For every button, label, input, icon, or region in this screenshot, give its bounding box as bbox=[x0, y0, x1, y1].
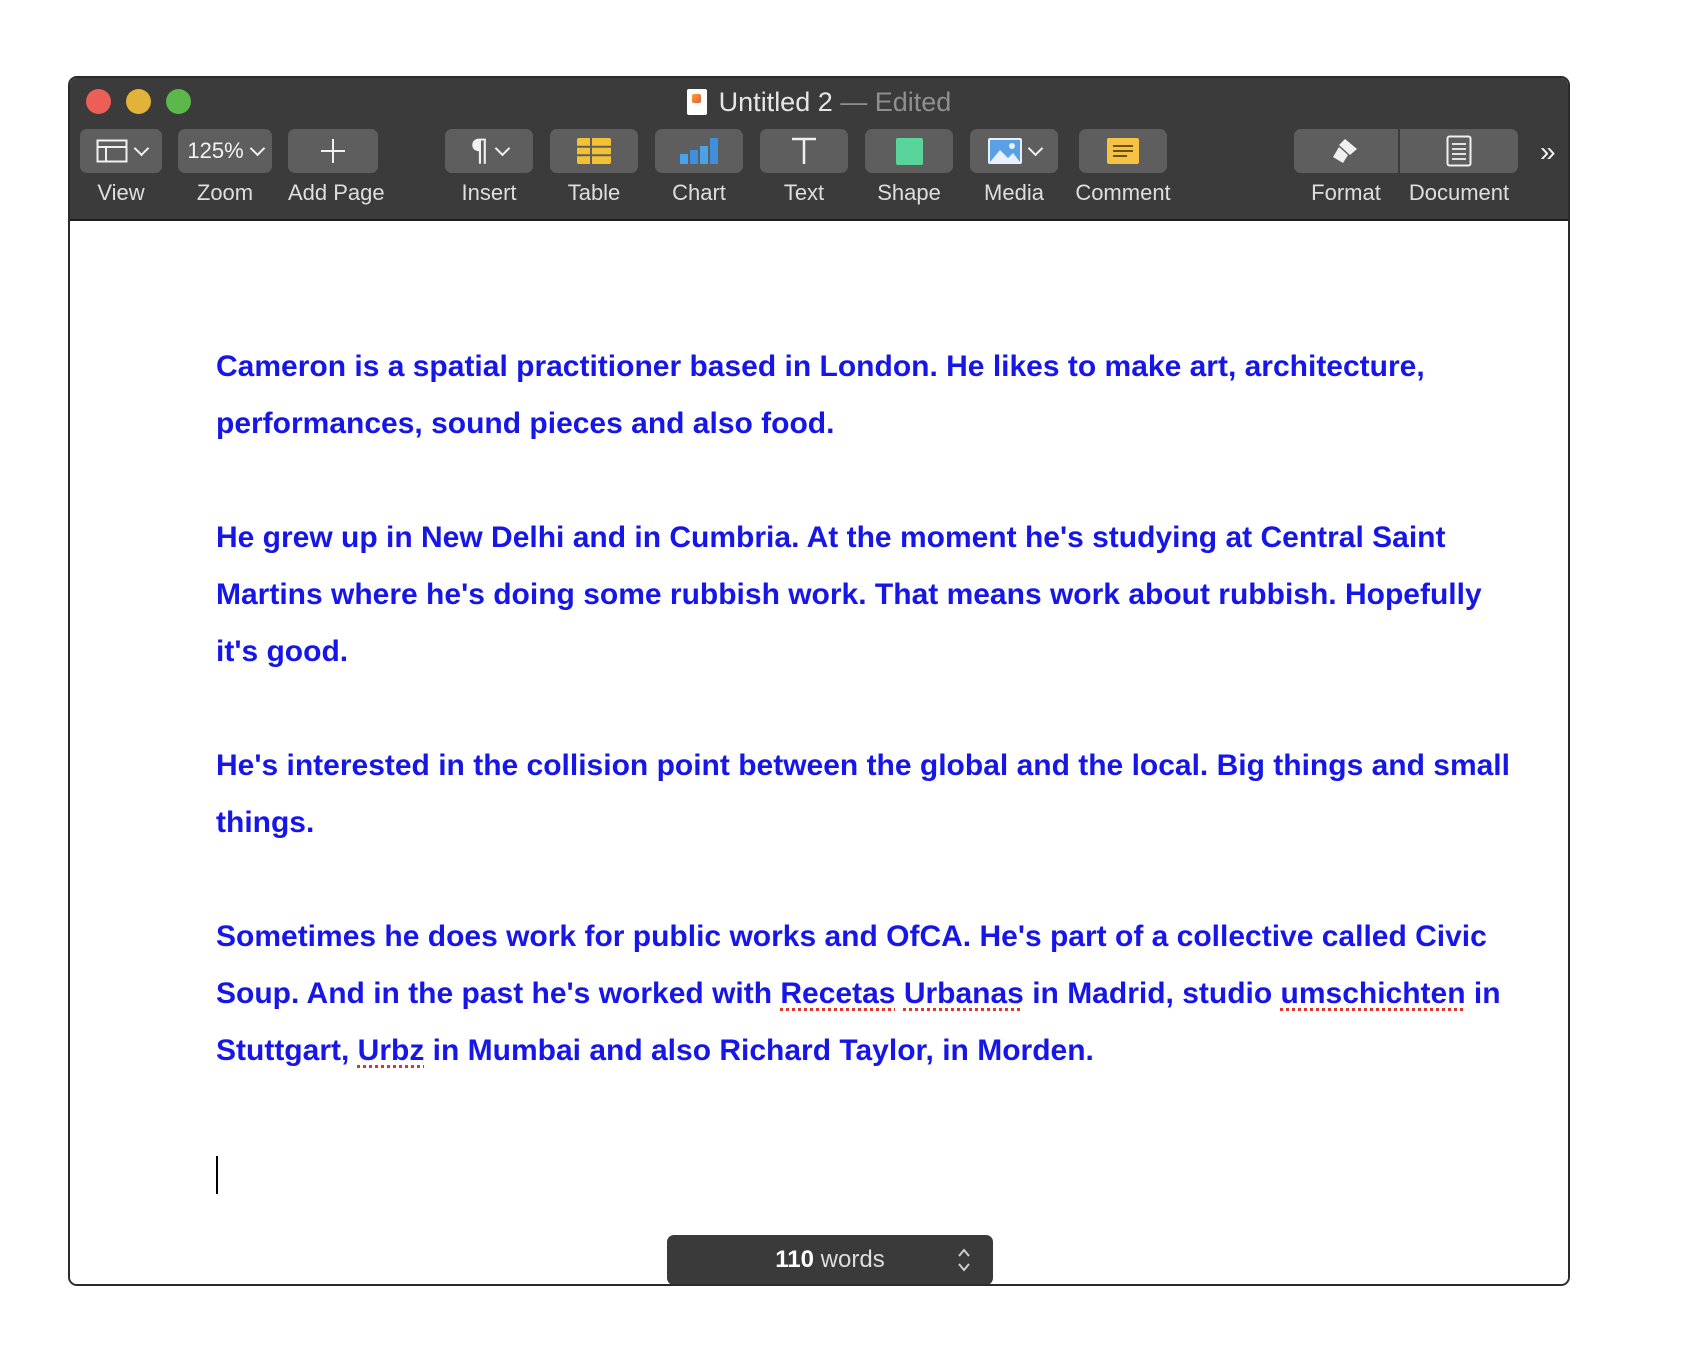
text-label: Text bbox=[783, 180, 825, 205]
document-page-icon bbox=[1446, 135, 1472, 167]
document-label: Document bbox=[1408, 180, 1510, 205]
word-count-value: 110 bbox=[775, 1246, 814, 1273]
media-label: Media bbox=[984, 180, 1044, 205]
text-box-icon bbox=[792, 137, 816, 164]
chevron-down-icon bbox=[133, 140, 149, 156]
document-body[interactable]: Cameron is a spatial practitioner based … bbox=[216, 338, 1516, 1136]
comment-note-icon bbox=[1107, 138, 1139, 164]
view-button[interactable] bbox=[80, 129, 162, 173]
text-tool[interactable]: Text bbox=[760, 129, 848, 206]
window-title-text: Untitled 2 bbox=[718, 87, 833, 117]
photo-icon bbox=[987, 138, 1022, 164]
table-button[interactable] bbox=[550, 129, 638, 173]
view-label: View bbox=[97, 180, 145, 205]
misspelled-word[interactable]: Urbanas bbox=[904, 977, 1024, 1010]
zoom-value: 125% bbox=[187, 138, 244, 163]
window-title: Untitled 2 — Edited bbox=[70, 84, 1568, 120]
document-canvas[interactable]: Cameron is a spatial practitioner based … bbox=[70, 221, 1568, 1284]
comment-button[interactable] bbox=[1079, 129, 1167, 173]
text-button[interactable] bbox=[760, 129, 848, 173]
misspelled-word[interactable]: Urbz bbox=[358, 1034, 425, 1067]
chart-tool[interactable]: Chart bbox=[655, 129, 743, 206]
shape-tool[interactable]: Shape bbox=[865, 129, 953, 206]
more-tools-icon[interactable]: » bbox=[1540, 136, 1556, 168]
media-button[interactable] bbox=[970, 129, 1058, 173]
document-icon bbox=[686, 89, 707, 115]
shape-square-icon bbox=[895, 137, 923, 165]
paragraph-4-text: in Mumbai and also Richard Taylor, in Mo… bbox=[424, 1034, 1094, 1067]
paragraph-icon: ¶ bbox=[469, 133, 490, 169]
chevron-down-icon bbox=[1027, 140, 1043, 156]
paragraph-4-text bbox=[895, 977, 903, 1010]
document-button[interactable] bbox=[1400, 129, 1518, 173]
insert-button[interactable]: ¶ bbox=[445, 129, 533, 173]
format-tool[interactable]: Format bbox=[1294, 129, 1398, 206]
misspelled-word[interactable]: Recetas bbox=[780, 977, 895, 1010]
edited-status: — Edited bbox=[840, 87, 952, 117]
chart-button[interactable] bbox=[655, 129, 743, 173]
bar-chart-icon bbox=[680, 138, 718, 164]
paragraph-4-text: in Madrid, studio bbox=[1023, 977, 1281, 1010]
view-tool[interactable]: View bbox=[80, 129, 162, 206]
paragraph-2: He grew up in New Delhi and in Cumbria. … bbox=[216, 521, 1482, 668]
titlebar-toolbar: Untitled 2 — Edited View 125% Zoom Add P… bbox=[70, 78, 1568, 221]
insert-tool[interactable]: ¶ Insert bbox=[445, 129, 533, 206]
insert-label: Insert bbox=[461, 180, 517, 205]
format-button[interactable] bbox=[1294, 129, 1398, 173]
comment-label: Comment bbox=[1075, 180, 1171, 205]
zoom-label: Zoom bbox=[196, 180, 254, 205]
word-count-popup[interactable]: 110 words bbox=[667, 1235, 993, 1284]
chevron-down-icon bbox=[494, 140, 511, 156]
table-icon bbox=[577, 138, 611, 164]
stepper-arrows-icon[interactable] bbox=[957, 1246, 971, 1274]
word-count-unit: words bbox=[820, 1246, 885, 1273]
add-page-button[interactable] bbox=[288, 129, 378, 173]
add-page-label: Add Page bbox=[288, 180, 385, 205]
zoom-tool[interactable]: 125% Zoom bbox=[178, 129, 272, 206]
text-cursor bbox=[216, 1156, 218, 1194]
chart-label: Chart bbox=[672, 180, 726, 205]
paragraph-1: Cameron is a spatial practitioner based … bbox=[216, 350, 1425, 440]
paintbrush-icon bbox=[1333, 139, 1357, 163]
media-tool[interactable]: Media bbox=[970, 129, 1058, 206]
pages-window: Untitled 2 — Edited View 125% Zoom Add P… bbox=[68, 76, 1570, 1286]
paragraph-4: Sometimes he does work for public works … bbox=[216, 908, 1516, 1079]
format-label: Format bbox=[1311, 180, 1381, 205]
table-label: Table bbox=[567, 180, 621, 205]
paragraph-3: He's interested in the collision point b… bbox=[216, 749, 1510, 839]
sidebar-icon bbox=[96, 139, 127, 163]
comment-tool[interactable]: Comment bbox=[1073, 129, 1173, 206]
zoom-button[interactable]: 125% bbox=[178, 129, 272, 173]
table-tool[interactable]: Table bbox=[550, 129, 638, 206]
document-tool[interactable]: Document bbox=[1400, 129, 1518, 206]
plus-icon bbox=[321, 139, 345, 163]
chevron-down-icon bbox=[249, 140, 265, 156]
shape-button[interactable] bbox=[865, 129, 953, 173]
misspelled-word[interactable]: umschichten bbox=[1281, 977, 1466, 1010]
add-page-tool[interactable]: Add Page bbox=[288, 129, 385, 206]
shape-label: Shape bbox=[877, 180, 941, 205]
